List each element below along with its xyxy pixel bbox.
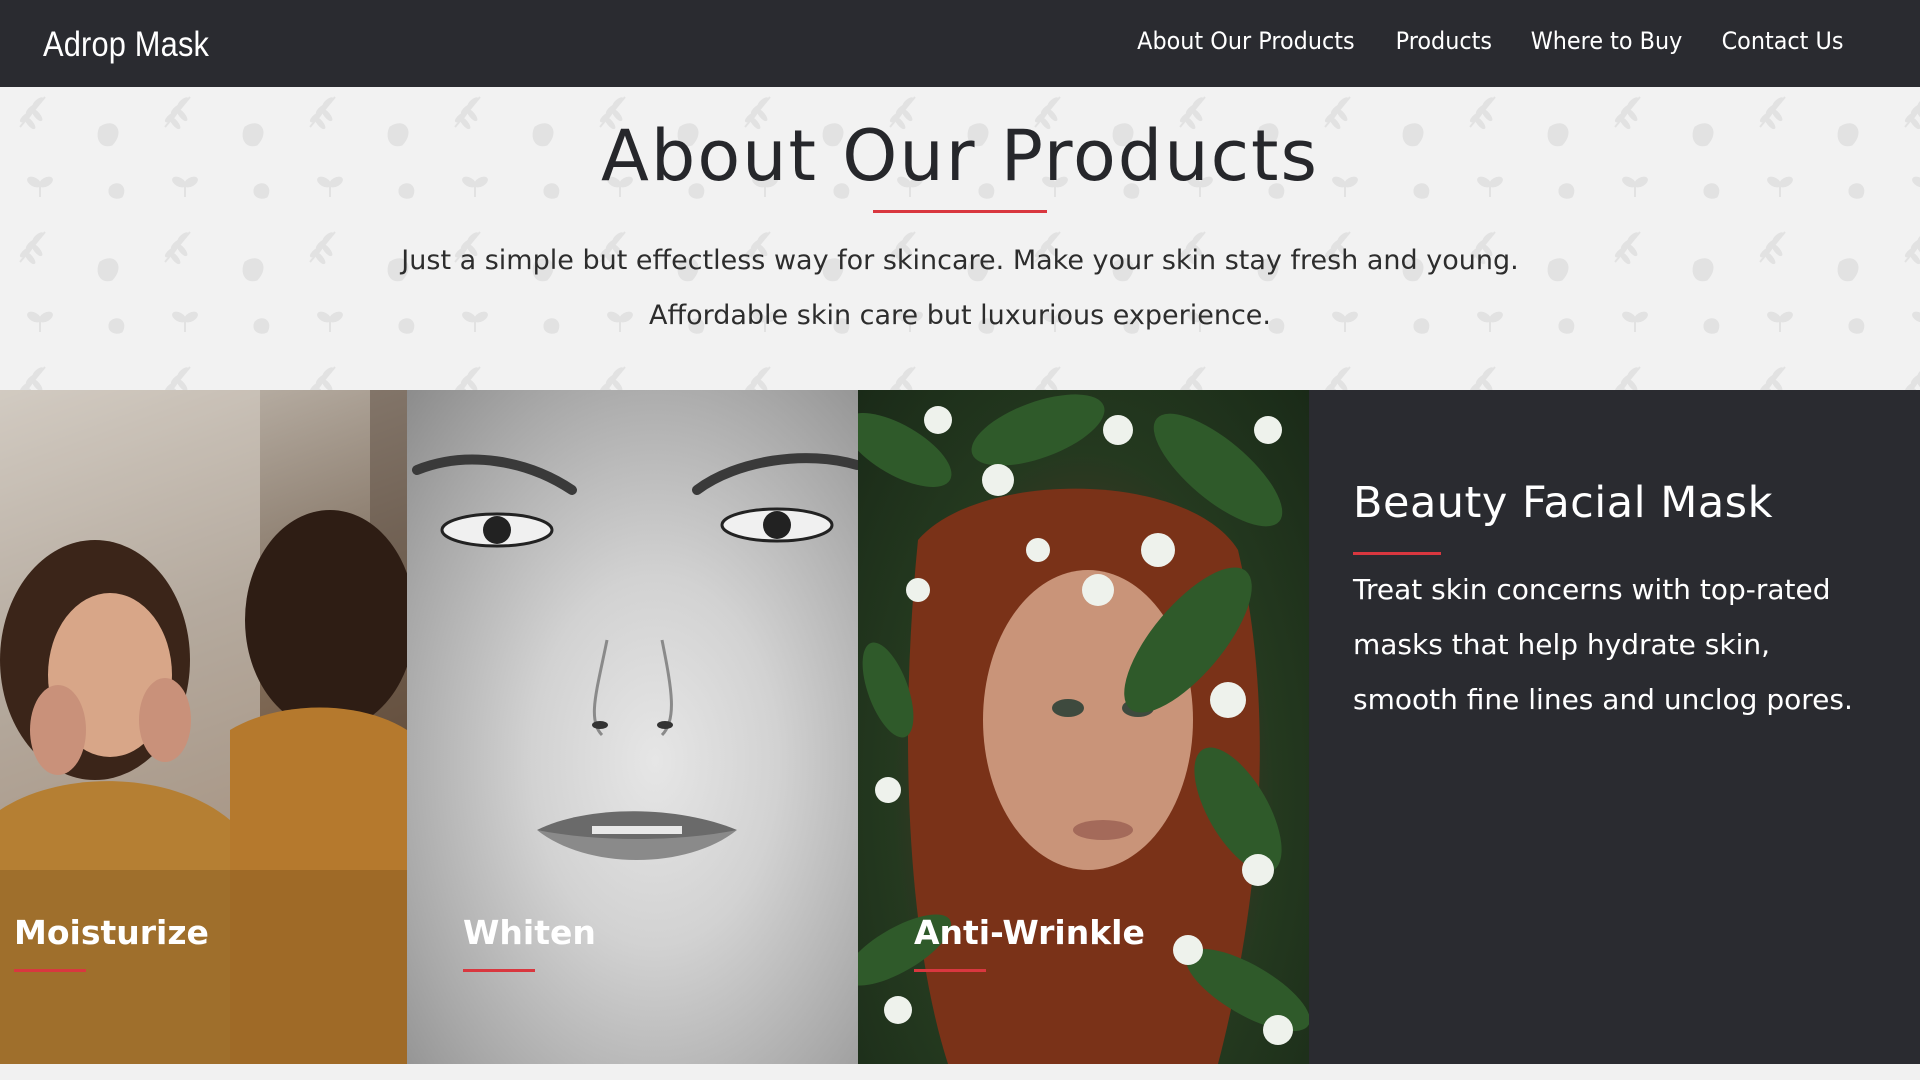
feature-label-anti-wrinkle: Anti-Wrinkle — [914, 913, 1145, 952]
product-info-underline — [1353, 552, 1441, 555]
feature-underline-whiten — [463, 969, 535, 972]
hero-description-line-1: Just a simple but effectless way for ski… — [401, 245, 1519, 276]
nav-link-where-to-buy[interactable]: Where to Buy — [1531, 27, 1683, 55]
product-info-line-2: masks that help hydrate skin, — [1353, 628, 1771, 661]
feature-underline-moisturize — [14, 969, 86, 972]
nav-link-contact[interactable]: Contact Us — [1722, 27, 1844, 55]
moisturize-photo — [0, 390, 407, 1064]
feature-label-moisturize: Moisturize — [14, 913, 209, 952]
footer-strip — [0, 1064, 1920, 1080]
brand-logo[interactable]: Adrop Mask — [43, 25, 209, 65]
title-underline — [873, 210, 1047, 213]
product-info-line-1: Treat skin concerns with top-rated — [1353, 573, 1831, 606]
whiten-photo — [412, 453, 858, 860]
feature-card-whiten[interactable]: Whiten — [407, 390, 858, 1064]
feature-card-moisturize[interactable]: Moisturize — [0, 390, 407, 1064]
feature-card-anti-wrinkle[interactable]: Anti-Wrinkle — [858, 390, 1309, 1064]
hero-description-line-2: Affordable skin care but luxurious exper… — [649, 300, 1271, 331]
product-info-panel: Beauty Facial Mask Treat skin concerns w… — [1309, 390, 1920, 1064]
about-hero: About Our Products Just a simple but eff… — [0, 87, 1920, 390]
navbar: Adrop Mask About Our Products Products W… — [0, 0, 1920, 87]
feature-label-whiten: Whiten — [463, 913, 596, 952]
nav-menu: About Our Products Products Where to Buy… — [1129, 27, 1848, 55]
features-section: Moisturize Whiten Anti-Wrinkle Beauty Fa… — [0, 390, 1920, 1064]
anti-wrinkle-photo — [858, 394, 1309, 1064]
product-info-line-3: smooth fine lines and unclog pores. — [1353, 683, 1853, 716]
nav-link-products[interactable]: Products — [1396, 27, 1492, 55]
product-info-description: Treat skin concerns with top-rated masks… — [1353, 562, 1893, 727]
nav-link-about[interactable]: About Our Products — [1138, 27, 1355, 55]
product-info-title: Beauty Facial Mask — [1353, 478, 1773, 528]
feature-underline-anti-wrinkle — [914, 969, 986, 972]
page-title: About Our Products — [601, 115, 1319, 197]
